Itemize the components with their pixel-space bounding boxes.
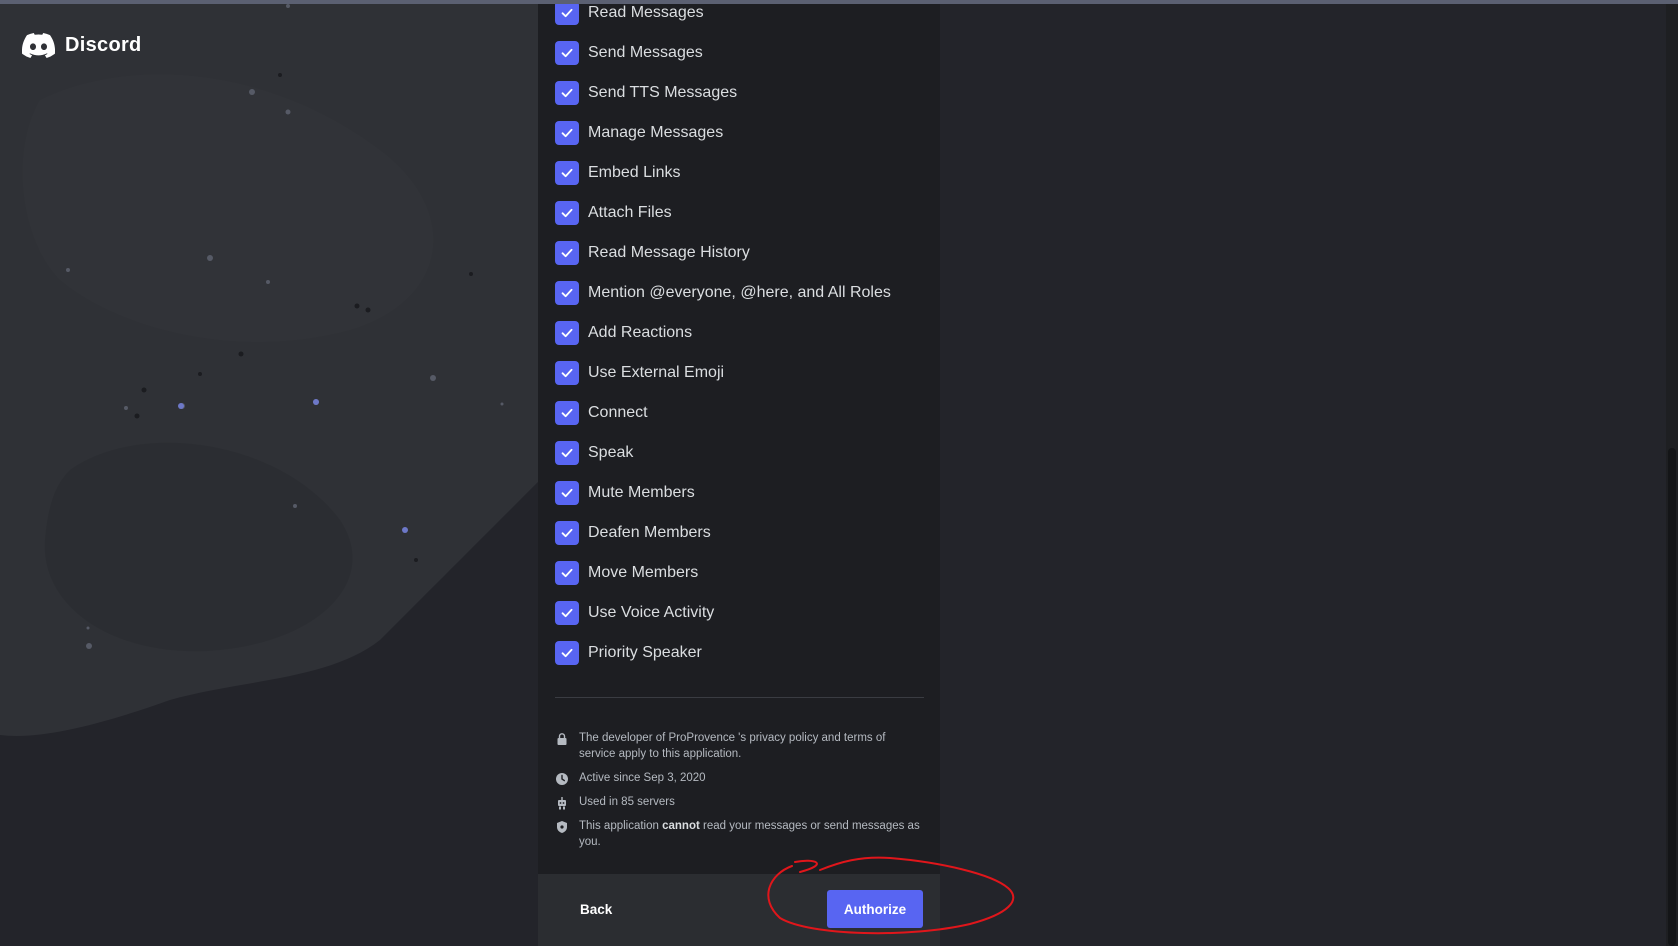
checkbox-checked[interactable] [555, 561, 579, 585]
checkmark-icon [561, 648, 573, 658]
permission-label: Mute Members [588, 484, 695, 501]
checkbox-checked[interactable] [555, 361, 579, 385]
checkmark-icon [561, 328, 573, 338]
checkmark-icon [561, 208, 573, 218]
shield-icon [557, 821, 567, 833]
cannot-read-text: This application cannot read your messag… [579, 818, 925, 850]
permission-label: Move Members [588, 564, 699, 581]
modal-footer: Back Authorize [538, 874, 940, 946]
permission-item-send-messages[interactable]: Send Messages [555, 40, 703, 66]
info-active-since: Active since Sep 3, 2020 [555, 770, 925, 786]
checkmark-icon [561, 448, 573, 458]
clock-icon [556, 773, 568, 785]
privacy-text: The developer of ProProvence 's privacy … [579, 732, 886, 760]
checkbox-checked[interactable] [555, 41, 579, 65]
permission-label: Send TTS Messages [588, 84, 738, 101]
permission-item-add-reactions[interactable]: Add Reactions [555, 320, 692, 346]
checkbox-checked[interactable] [555, 321, 579, 345]
info-used-in: Used in 85 servers [555, 794, 925, 810]
checkbox-checked[interactable] [555, 441, 579, 465]
checkbox-checked[interactable] [555, 161, 579, 185]
brand-logo[interactable]: Discord [22, 33, 142, 58]
permission-label: Use External Emoji [588, 364, 725, 381]
checkbox-checked[interactable] [555, 481, 579, 505]
authorize-button[interactable]: Authorize [827, 890, 923, 928]
checkmark-icon [561, 8, 573, 18]
permission-label: Manage Messages [588, 124, 724, 141]
permission-label: Use Voice Activity [588, 604, 715, 621]
permission-item-connect[interactable]: Connect [555, 400, 648, 426]
checkmark-icon [561, 88, 573, 98]
permission-item-move-members[interactable]: Move Members [555, 560, 698, 586]
checkmark-icon [561, 48, 573, 58]
permission-label: Read Message History [588, 244, 750, 261]
permission-item-embed-links[interactable]: Embed Links [555, 160, 681, 186]
background-decoration [0, 0, 560, 736]
cannot-prefix: This application [579, 820, 663, 832]
cannot-word: cannot [662, 820, 700, 832]
discord-logo-icon [22, 33, 55, 58]
permission-item-use-external-emoji[interactable]: Use External Emoji [555, 360, 724, 386]
permission-item-send-tts-messages[interactable]: Send TTS Messages [555, 80, 737, 106]
back-button[interactable]: Back [570, 890, 622, 928]
checkbox-checked[interactable] [555, 201, 579, 225]
scrollbar[interactable] [1666, 0, 1678, 946]
checkbox-checked[interactable] [555, 81, 579, 105]
permission-label: Deafen Members [588, 524, 711, 541]
permission-label: Add Reactions [588, 324, 693, 341]
checkbox-checked[interactable] [555, 241, 579, 265]
divider [555, 697, 924, 698]
checkmark-icon [561, 248, 573, 258]
permission-item-speak[interactable]: Speak [555, 440, 633, 466]
permission-label: Mention @everyone, @here, and All Roles [588, 284, 891, 301]
checkmark-icon [561, 128, 573, 138]
permission-label: Send Messages [588, 44, 703, 61]
brand-name: Discord [65, 34, 142, 56]
permission-item-attach-files[interactable]: Attach Files [555, 200, 672, 226]
authorize-modal: Read Messages Send Messages Send TTS Mes… [538, 0, 940, 946]
permission-item-use-voice-activity[interactable]: Use Voice Activity [555, 600, 714, 626]
permission-item-read-message-history[interactable]: Read Message History [555, 240, 750, 266]
checkbox-checked[interactable] [555, 641, 579, 665]
checkbox-checked[interactable] [555, 601, 579, 625]
scrollbar-thumb[interactable] [1668, 448, 1676, 946]
active-since-text: Active since Sep 3, 2020 [579, 772, 706, 784]
permission-item-mute-members[interactable]: Mute Members [555, 480, 695, 506]
checkmark-icon [561, 528, 573, 538]
checkbox-checked[interactable] [555, 401, 579, 425]
checkbox-checked[interactable] [555, 121, 579, 145]
used-in-text: Used in 85 servers [579, 796, 675, 808]
checkbox-checked[interactable] [555, 1, 579, 25]
permission-label: Read Messages [588, 4, 704, 21]
permission-item-deafen-members[interactable]: Deafen Members [555, 520, 711, 546]
robot-icon [558, 797, 566, 810]
checkmark-icon [561, 368, 573, 378]
checkmark-icon [561, 168, 573, 178]
permission-label: Attach Files [588, 204, 672, 221]
window-top-border [0, 0, 1678, 4]
info-cannot-read: This application cannot read your messag… [555, 818, 925, 850]
info-privacy: The developer of ProProvence 's privacy … [555, 730, 925, 762]
checkmark-icon [561, 408, 573, 418]
checkmark-icon [561, 288, 573, 298]
permission-label: Connect [588, 404, 648, 421]
permission-label: Speak [588, 444, 634, 461]
permission-item-mention-everyone[interactable]: Mention @everyone, @here, and All Roles [555, 280, 891, 306]
permission-item-manage-messages[interactable]: Manage Messages [555, 120, 723, 146]
checkbox-checked[interactable] [555, 281, 579, 305]
checkmark-icon [561, 568, 573, 578]
lock-icon [557, 733, 567, 745]
permission-label: Embed Links [588, 164, 681, 181]
checkmark-icon [561, 488, 573, 498]
permission-item-priority-speaker[interactable]: Priority Speaker [555, 640, 702, 666]
checkbox-checked[interactable] [555, 521, 579, 545]
permission-label: Priority Speaker [588, 644, 702, 661]
checkmark-icon [561, 608, 573, 618]
